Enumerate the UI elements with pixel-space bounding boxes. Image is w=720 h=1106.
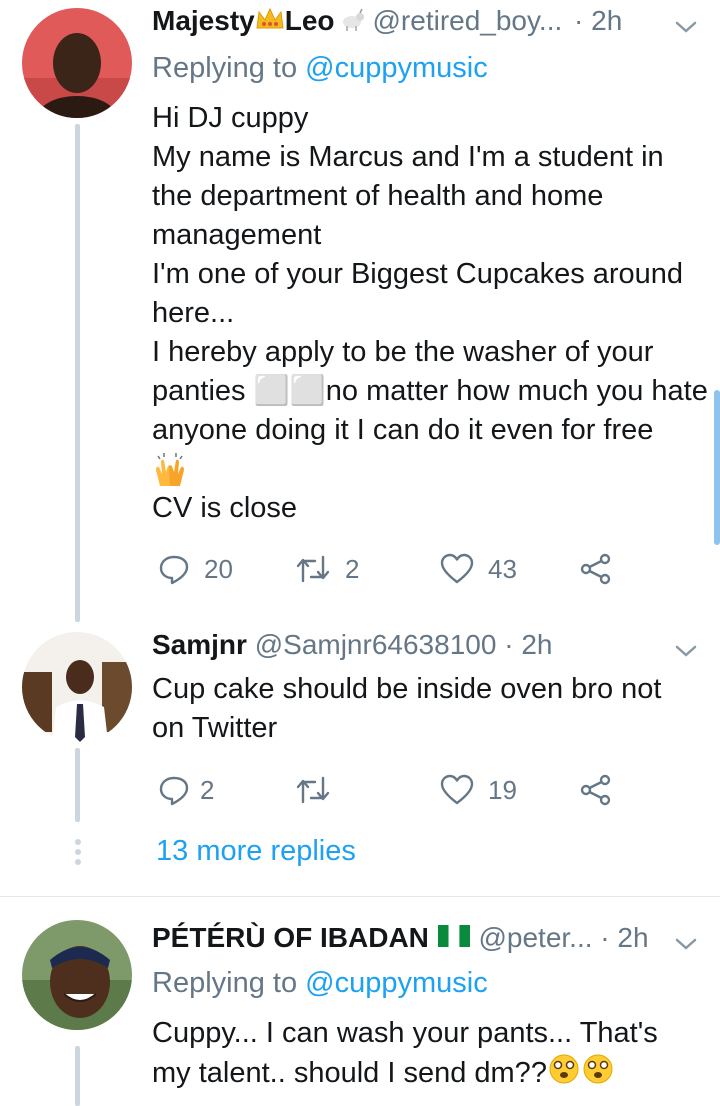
- tweet-text: Hi DJ cuppy My name is Marcus and I'm a …: [152, 99, 708, 528]
- like-count: 19: [488, 774, 517, 805]
- chevron-down-icon[interactable]: [671, 636, 701, 666]
- tweet-line-with-emoji: my talent.. should I send dm??: [152, 1053, 658, 1096]
- tweet-line: here...: [152, 297, 235, 329]
- thread-line: [75, 748, 80, 822]
- user-handle[interactable]: @peter...: [478, 922, 592, 953]
- goat-emoji-icon: [339, 6, 365, 40]
- timestamp[interactable]: 2h: [617, 922, 648, 953]
- share-icon: [580, 774, 611, 806]
- replying-to-label: Replying to: [152, 967, 306, 999]
- more-replies-link[interactable]: 13 more replies: [156, 835, 356, 868]
- heart-icon: [440, 774, 474, 805]
- thread-line: [75, 1046, 80, 1106]
- avatar-peteru[interactable]: [22, 920, 132, 1030]
- tweet-line: management: [152, 219, 322, 251]
- display-name[interactable]: Samjnr: [152, 629, 247, 660]
- tweet-line: my talent.. should I send dm??: [152, 1057, 547, 1090]
- crown-emoji-icon: [255, 6, 285, 40]
- chevron-down-icon[interactable]: [671, 929, 701, 959]
- reply-icon: [159, 555, 189, 585]
- avatar-majesty-leo[interactable]: [22, 8, 132, 118]
- tweet-line: anyone doing it I can do it even for fre…: [152, 414, 654, 446]
- reply-count: 2: [200, 774, 215, 805]
- display-name-suffix[interactable]: Leo: [285, 5, 335, 36]
- like-button[interactable]: 19: [440, 774, 517, 806]
- heart-icon: [440, 553, 474, 584]
- tweet-line: on Twitter: [152, 712, 278, 744]
- nigeria-flag-icon: [437, 923, 471, 957]
- retweet-button[interactable]: [295, 774, 331, 806]
- reply-button[interactable]: 2: [158, 774, 214, 806]
- retweet-count: 2: [345, 553, 360, 584]
- display-name[interactable]: Majesty: [152, 5, 255, 36]
- tweet-header: Samjnr @Samjnr64638100 · 2h: [152, 628, 552, 662]
- retweet-button[interactable]: 2: [295, 553, 359, 585]
- tweet-line: CV is close: [152, 492, 298, 524]
- tweet-header: Majesty Leo @retired_boy... · 2h: [152, 4, 622, 40]
- tweet-line: Hi DJ cuppy: [152, 102, 309, 134]
- separator-dot: ·: [504, 629, 514, 660]
- thread-line: [75, 124, 80, 622]
- like-count: 43: [488, 553, 517, 584]
- separator-dot: ·: [574, 5, 584, 36]
- replying-to-mention[interactable]: @cuppymusic: [305, 967, 488, 999]
- tweet-text: Cup cake should be inside oven bro not o…: [152, 670, 661, 748]
- share-button[interactable]: [580, 774, 612, 806]
- user-handle[interactable]: @retired_boy...: [373, 5, 563, 36]
- astonished-face-emoji-icon: [547, 1053, 581, 1096]
- tweet-line: the department of health and home: [152, 180, 604, 212]
- retweet-icon: [296, 776, 330, 804]
- tweet-line: I hereby apply to be the washer of your: [152, 336, 654, 368]
- replying-to: Replying to @cuppymusic: [152, 52, 488, 85]
- separator-dot: ·: [600, 922, 610, 953]
- tweet-line: My name is Marcus and I'm a student in: [152, 141, 664, 173]
- timestamp[interactable]: 2h: [521, 629, 552, 660]
- user-handle[interactable]: @Samjnr64638100: [255, 629, 497, 660]
- tweet-line: Cuppy... I can wash your pants... That's: [152, 1017, 658, 1049]
- retweet-icon: [296, 555, 330, 583]
- display-name[interactable]: PÉTÉRÙ OF IBADAN: [152, 922, 429, 953]
- share-icon: [580, 553, 611, 585]
- divider: [0, 896, 720, 897]
- timestamp[interactable]: 2h: [591, 5, 622, 36]
- like-button[interactable]: 43: [440, 553, 517, 585]
- tweet-line: panties ⬜⬜no matter how much you hate: [152, 375, 708, 407]
- tweet-header: PÉTÉRÙ OF IBADAN @peter... · 2h: [152, 921, 649, 957]
- tweet-line: I'm one of your Biggest Cupcakes around: [152, 258, 684, 290]
- replying-to: Replying to @cuppymusic: [152, 967, 488, 1000]
- tweet-line: Cup cake should be inside oven bro not: [152, 673, 662, 705]
- reply-button[interactable]: 20: [158, 553, 233, 585]
- tweet-text: Cuppy... I can wash your pants... That's…: [152, 1014, 658, 1096]
- avatar-samjnr[interactable]: [22, 632, 132, 742]
- raising-hands-emoji-icon: [152, 450, 708, 489]
- astonished-face-emoji-icon: [581, 1053, 615, 1096]
- scrollbar[interactable]: [714, 390, 720, 545]
- more-dots-icon: [74, 838, 82, 868]
- reply-count: 20: [204, 553, 233, 584]
- replying-to-mention[interactable]: @cuppymusic: [305, 52, 488, 84]
- share-button[interactable]: [580, 553, 612, 585]
- chevron-down-icon[interactable]: [671, 12, 701, 42]
- reply-icon: [159, 776, 189, 806]
- replying-to-label: Replying to: [152, 52, 306, 84]
